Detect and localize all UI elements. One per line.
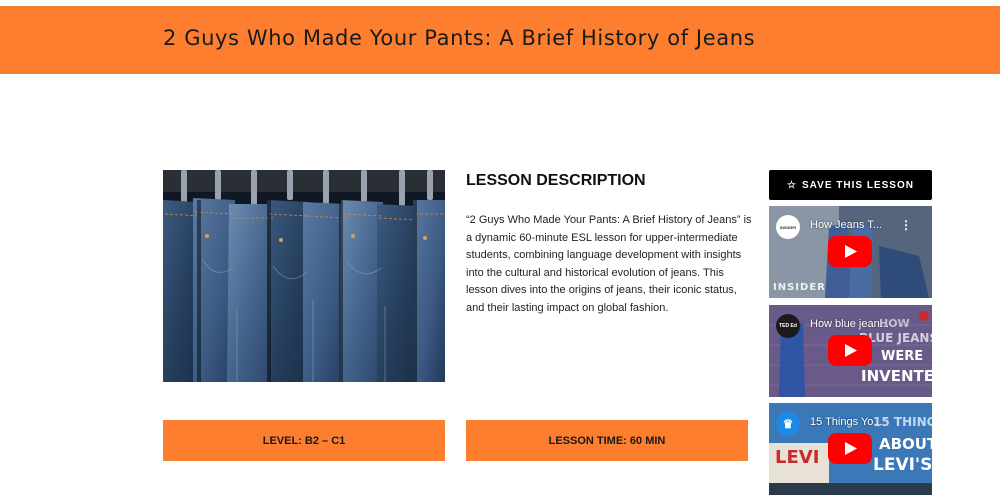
save-lesson-button[interactable]: ☆ SAVE THIS LESSON <box>769 170 932 200</box>
level-label: LEVEL: B2 – C1 <box>262 434 346 447</box>
video-2-channel-name: TED Ed <box>779 323 797 329</box>
video-3-overlay-line-2: ABOUT <box>879 435 932 453</box>
lesson-description-text: “2 Guys Who Made Your Pants: A Brief His… <box>466 214 752 314</box>
video-2-play-icon[interactable] <box>828 335 872 366</box>
video-3-channel-avatar: ♛ <box>776 412 800 436</box>
level-badge: LEVEL: B2 – C1 <box>163 420 445 461</box>
video-2-channel-avatar: TED Ed <box>776 314 800 338</box>
video-1-overlay-text: INSIDER <box>773 282 826 293</box>
video-3-sign-text: LEVI <box>775 447 820 468</box>
video-1-channel-avatar: INSIDER <box>776 215 800 239</box>
video-thumbnail-2[interactable]: TED Ed How blue jean... HOW BLUE JEANS W… <box>769 305 932 397</box>
video-2-title: How blue jean... <box>810 318 889 330</box>
lesson-time-badge: LESSON TIME: 60 MIN <box>466 420 748 461</box>
page-header: 2 Guys Who Made Your Pants: A Brief Hist… <box>0 6 1000 74</box>
video-thumbnail-1[interactable]: INSIDER How Jeans T... ⋮ INSIDER <box>769 206 932 298</box>
video-thumbnail-3[interactable]: ♛ 15 Things Yo... 15 THINGS ABOUT LEVI'S… <box>769 403 932 495</box>
video-2-overlay-line-4: INVENTED <box>861 367 932 385</box>
video-1-title: How Jeans T... <box>810 219 882 231</box>
lesson-time-label: LESSON TIME: 60 MIN <box>548 434 666 447</box>
save-lesson-label: SAVE THIS LESSON <box>802 179 914 191</box>
video-3-overlay-line-3: LEVI'S <box>873 455 932 475</box>
crown-icon: ♛ <box>782 417 794 431</box>
video-1-play-icon[interactable] <box>828 236 872 267</box>
video-2-overlay-line-3: WERE <box>881 349 924 364</box>
video-3-title: 15 Things Yo... <box>810 416 883 428</box>
video-2-overlay-line-1: HOW <box>879 317 910 330</box>
star-icon: ☆ <box>787 179 797 191</box>
lesson-description-heading: LESSON DESCRIPTION <box>466 172 646 189</box>
video-3-play-icon[interactable] <box>828 433 872 464</box>
video-1-menu-icon[interactable]: ⋮ <box>900 218 912 232</box>
video-1-channel-name: INSIDER <box>779 224 797 230</box>
video-3-overlay-line-1: 15 THINGS <box>873 415 932 429</box>
jeans-image <box>163 170 445 382</box>
page-title: 2 Guys Who Made Your Pants: A Brief Hist… <box>163 26 756 50</box>
